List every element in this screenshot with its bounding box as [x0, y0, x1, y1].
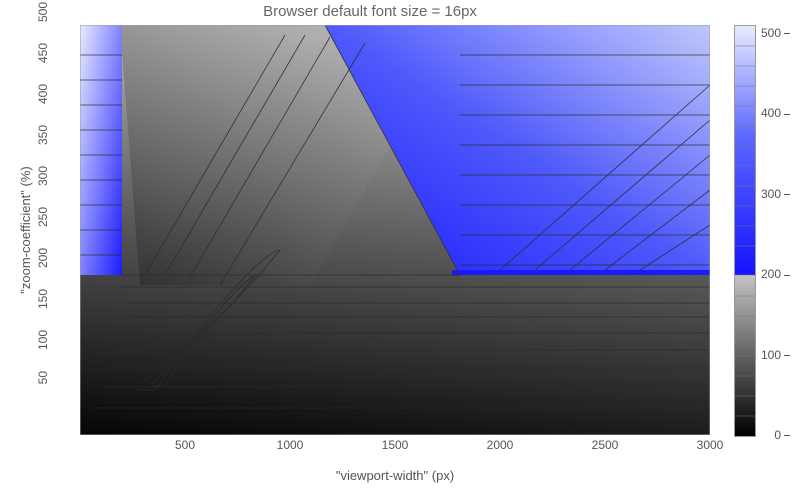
- y-tick: 300: [36, 166, 50, 196]
- y-tick: 450: [36, 43, 50, 73]
- x-tick: 2000: [487, 438, 514, 452]
- y-tick: 350: [36, 125, 50, 155]
- x-axis-label: "viewport-width" (px): [80, 468, 710, 483]
- y-tick: 250: [36, 207, 50, 237]
- colorbar-tick: 0: [774, 428, 790, 442]
- x-tick: 2500: [592, 438, 619, 452]
- y-axis-label: "zoom-coefficient" (%): [18, 25, 33, 435]
- colorbar: [734, 25, 756, 437]
- heatmap-plot: [80, 25, 710, 435]
- y-tick: 500: [36, 2, 50, 32]
- y-tick: 150: [36, 289, 50, 319]
- y-tick: 100: [36, 330, 50, 360]
- chart-title: Browser default font size = 16px: [0, 3, 740, 20]
- colorbar-tick: 500: [761, 26, 790, 40]
- colorbar-tick: 400: [761, 106, 790, 120]
- colorbar-tick: 300: [761, 187, 790, 201]
- y-tick: 200: [36, 248, 50, 278]
- x-tick: 3000: [697, 438, 724, 452]
- x-axis-ticks: 500 1000 1500 2000 2500 3000: [80, 438, 710, 454]
- colorbar-tick: 200: [761, 267, 790, 281]
- x-tick: 500: [175, 438, 195, 452]
- colorbar-ticks: 0 100 200 300 400 500: [760, 25, 790, 435]
- y-axis-ticks: 50 100 150 200 250 300 350 400 450 500: [50, 25, 78, 435]
- x-tick: 1500: [382, 438, 409, 452]
- colorbar-tick: 100: [761, 348, 790, 362]
- y-tick: 400: [36, 84, 50, 114]
- y-tick: 50: [36, 371, 50, 401]
- x-tick: 1000: [277, 438, 304, 452]
